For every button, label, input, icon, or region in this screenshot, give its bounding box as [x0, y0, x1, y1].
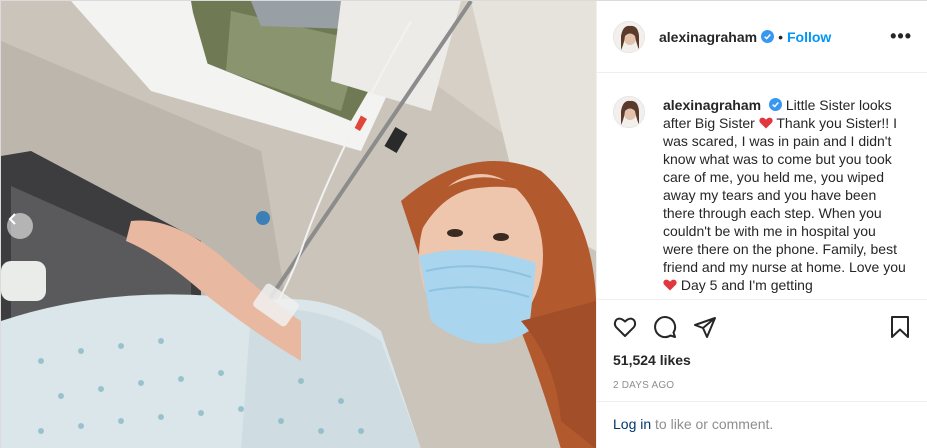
username-link[interactable]: alexinagraham [659, 29, 757, 45]
red-heart-emoji-icon [759, 117, 773, 129]
verified-badge-icon [761, 30, 775, 43]
comments-section: alexinagraham Little Sister looks after … [597, 74, 927, 298]
caption-text: alexinagraham Little Sister looks after … [663, 96, 908, 294]
red-heart-emoji-icon [663, 279, 677, 291]
separator-dot: • [778, 28, 783, 45]
caption-avatar[interactable] [613, 96, 645, 128]
likes-count[interactable]: 51,524 likes [613, 352, 912, 368]
action-icons-row [613, 314, 912, 340]
comment-footer: Log in to like or comment. [597, 401, 927, 448]
follow-button[interactable]: Follow [787, 29, 831, 45]
caption-row: alexinagraham Little Sister looks after … [613, 96, 912, 294]
caption-username[interactable]: alexinagraham [663, 97, 761, 113]
post-photo[interactable] [1, 1, 596, 448]
hospital-selfie-image [1, 1, 596, 448]
bookmark-icon[interactable] [888, 315, 912, 339]
avatar[interactable] [613, 20, 645, 53]
post-date[interactable]: 2 DAYS AGO [613, 380, 912, 391]
comment-bubble-icon[interactable] [653, 315, 677, 339]
post-actions: 51,524 likes 2 DAYS AGO [597, 299, 927, 391]
instagram-post: alexinagraham • Follow ••• alexinagraham… [0, 0, 927, 448]
caption-part-3: Day 5 and I'm getting [680, 277, 813, 293]
login-suffix-text: to like or comment. [651, 416, 774, 432]
login-link[interactable]: Log in [613, 416, 651, 432]
more-options-icon[interactable]: ••• [890, 26, 912, 47]
chevron-left-icon [8, 213, 16, 225]
carousel-prev-button[interactable] [7, 213, 33, 239]
heart-outline-icon[interactable] [613, 315, 637, 339]
post-side-panel: alexinagraham • Follow ••• alexinagraham… [596, 1, 927, 448]
paper-plane-icon[interactable] [693, 315, 717, 339]
verified-badge-icon [768, 98, 782, 111]
caption-part-2: Thank you Sister!! I was scared, I was i… [663, 115, 906, 275]
post-header: alexinagraham • Follow ••• [597, 1, 927, 73]
